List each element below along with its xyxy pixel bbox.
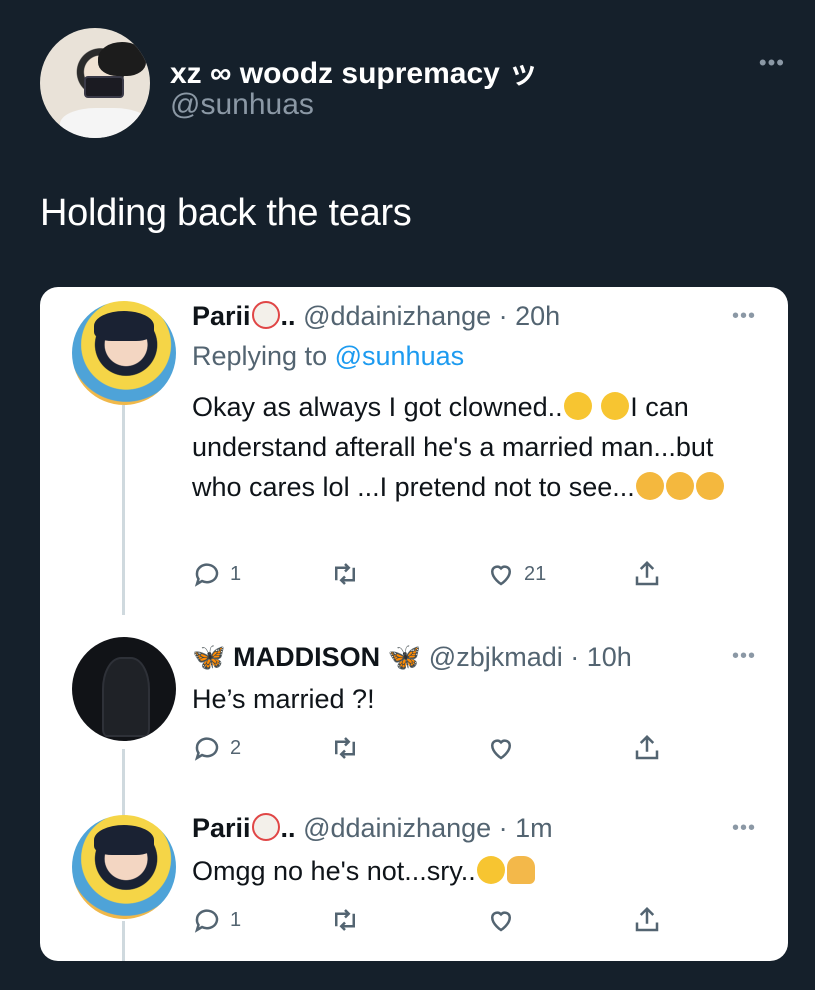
more-icon[interactable]: •••	[732, 305, 756, 328]
reply-handle: @ddainizhange	[303, 301, 492, 331]
avatar-figure	[102, 657, 150, 737]
reply-text: Omgg no he's not...sry..	[192, 851, 762, 891]
like-button[interactable]	[486, 733, 516, 763]
reply-author-name: Parii	[192, 301, 251, 331]
reply-count: 2	[230, 736, 242, 759]
replying-label: Replying to	[192, 341, 328, 371]
reply-actions: 2	[192, 733, 712, 767]
retweet-button[interactable]	[330, 559, 360, 589]
reply-avatar[interactable]	[72, 637, 176, 741]
like-icon	[490, 565, 512, 586]
reply-avatar[interactable]	[72, 815, 176, 919]
share-button[interactable]	[632, 733, 662, 763]
reply-icon	[194, 737, 219, 761]
butterfly-icon: 🦋	[192, 642, 226, 672]
share-button[interactable]	[632, 559, 662, 589]
hushed-face-emoji-icon	[476, 856, 505, 884]
raising-hands-emoji-icon	[506, 856, 535, 884]
avatar-hair	[98, 42, 146, 76]
reply-actions: 1	[192, 905, 712, 939]
more-icon[interactable]: •••	[732, 645, 756, 668]
reply-text-part: Omgg no he's not...sry..	[192, 856, 476, 886]
rofl-emoji-icon	[695, 472, 724, 500]
more-icon[interactable]: •••	[759, 50, 785, 76]
quoted-thread-card[interactable]: Parii.. @ddainizhange · 20h ••• Replying…	[40, 287, 788, 961]
reply-button[interactable]: 1	[192, 559, 241, 589]
replying-mention[interactable]: @sunhuas	[335, 341, 465, 371]
avatar-shirt	[60, 108, 150, 138]
reply-count: 1	[230, 908, 242, 931]
tweet-text: Holding back the tears	[40, 192, 412, 234]
reply-time: · 1m	[498, 813, 553, 843]
like-count: 21	[524, 562, 547, 585]
reply-text-part: Okay as always I got clowned..	[192, 392, 563, 422]
reply-handle: @ddainizhange	[303, 813, 492, 843]
reply-time: · 10h	[570, 642, 632, 672]
reply-handle: @zbjkmadi	[428, 642, 563, 672]
avatar-phone	[84, 76, 124, 98]
reply-icon	[194, 909, 219, 933]
retweet-button[interactable]	[330, 733, 360, 763]
thread-line	[122, 405, 125, 615]
reply-name-dots: ..	[280, 301, 296, 331]
avatar-hair	[94, 825, 154, 855]
clown-emoji-icon	[251, 301, 280, 329]
reply-icon	[194, 563, 219, 587]
thread-line	[122, 921, 125, 961]
author-display-name[interactable]: xz ∞ woodz supremacy ッ	[170, 48, 538, 92]
tweet-header: xz ∞ woodz supremacy ッ @sunhuas •••	[40, 28, 785, 140]
reply-author[interactable]: Parii.. @ddainizhange · 1m	[192, 813, 553, 844]
reply-text: Okay as always I got clowned.. I can und…	[192, 387, 762, 507]
rofl-emoji-icon	[665, 472, 694, 500]
retweet-button[interactable]	[330, 905, 360, 935]
share-icon	[635, 906, 659, 932]
retweet-icon	[335, 737, 355, 759]
reply-avatar[interactable]	[72, 301, 176, 405]
like-icon	[490, 911, 512, 932]
reply-name-dots: ..	[280, 813, 296, 843]
reply-author[interactable]: Parii.. @ddainizhange · 20h	[192, 301, 560, 332]
reply-button[interactable]: 1	[192, 905, 241, 935]
author-avatar[interactable]	[40, 28, 150, 138]
retweet-icon	[335, 563, 355, 585]
more-icon[interactable]: •••	[732, 817, 756, 840]
like-button[interactable]: 21	[486, 559, 546, 589]
reply-button[interactable]: 2	[192, 733, 241, 763]
reply-count: 1	[230, 562, 242, 585]
replying-to: Replying to @sunhuas	[192, 341, 464, 372]
reply-author-name: Parii	[192, 813, 251, 843]
laughing-emoji-icon	[635, 472, 664, 500]
neutral-face-emoji-icon	[601, 392, 630, 420]
like-button[interactable]	[486, 905, 516, 935]
reply-author-name: MADDISON	[233, 642, 381, 672]
reply-text: He’s married ?!	[192, 684, 375, 714]
share-button[interactable]	[632, 905, 662, 935]
like-icon	[490, 739, 512, 760]
butterfly-icon: 🦋	[387, 642, 422, 672]
retweet-icon	[335, 909, 355, 931]
author-handle[interactable]: @sunhuas	[170, 88, 314, 122]
reply-time: · 20h	[498, 301, 561, 331]
share-icon	[635, 560, 659, 586]
share-icon	[635, 734, 659, 760]
neutral-face-emoji-icon	[563, 392, 592, 420]
reply-author[interactable]: 🦋 MADDISON 🦋 @zbjkmadi · 10h	[192, 641, 632, 673]
reply-actions: 1 21	[192, 559, 712, 593]
clown-emoji-icon	[251, 813, 280, 841]
avatar-hair	[94, 311, 154, 341]
